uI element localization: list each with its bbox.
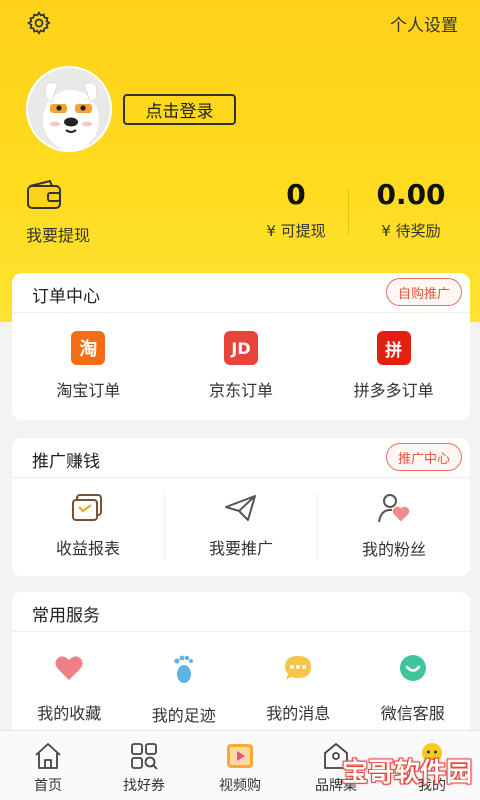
promotion-center-button[interactable]: 推广中心: [385, 443, 462, 471]
pending-label: ¥ 待奖励: [381, 222, 441, 240]
gear-icon[interactable]: [26, 10, 52, 36]
pinduoduo-icon: 拼: [376, 331, 411, 365]
service-item-label: 我的消息: [266, 704, 331, 723]
order-center-title: 订单中心: [32, 287, 100, 307]
services-header: 常用服务: [12, 592, 470, 632]
tab-label: 视频购: [219, 778, 261, 794]
withdraw-label[interactable]: 我要提现: [26, 222, 90, 246]
heart-icon: [55, 656, 83, 680]
service-item-messages[interactable]: 我的消息: [241, 632, 356, 728]
order-item-pinduoduo[interactable]: 拼 拼多多订单: [317, 313, 470, 419]
tab-label: 首页: [34, 778, 62, 794]
login-button[interactable]: 点击登录: [123, 94, 236, 125]
tab-video-shopping[interactable]: 视频购: [192, 731, 288, 800]
tab-home[interactable]: 首页: [0, 731, 96, 800]
promote-item-report[interactable]: 收益报表: [12, 492, 165, 560]
avatar[interactable]: [26, 66, 112, 152]
promote-earn-card: 推广赚钱 推广中心 收益报表 我要推广 我的粉丝: [12, 438, 470, 576]
tab-find-coupons[interactable]: 找好券: [96, 731, 192, 800]
paper-plane-icon: [225, 495, 256, 521]
service-item-favorites[interactable]: 我的收藏: [12, 632, 127, 728]
report-icon: [72, 494, 102, 521]
common-services-card: 常用服务 我的收藏 我的足迹 我的消息 微信客服: [12, 592, 470, 732]
fans-icon: [378, 494, 410, 523]
jd-icon: JD: [224, 331, 258, 365]
dog-avatar-icon: [43, 82, 99, 150]
promote-item-label: 收益报表: [55, 539, 120, 558]
personal-settings-link[interactable]: 个人设置: [390, 11, 458, 36]
promote-item-label: 我的粉丝: [361, 540, 426, 559]
video-icon: [227, 744, 253, 768]
promote-item-share[interactable]: 我要推广: [165, 492, 318, 560]
tab-label: 找好券: [123, 778, 165, 794]
order-item-label: 京东订单: [209, 381, 274, 400]
taobao-icon: 淘: [71, 331, 106, 365]
service-item-label: 微信客服: [380, 704, 445, 723]
service-item-label: 我的足迹: [151, 706, 216, 725]
promote-title: 推广赚钱: [32, 452, 100, 472]
stat-divider: [348, 190, 349, 234]
footprint-icon: [174, 655, 193, 683]
home-icon: [35, 743, 61, 769]
service-item-footprint[interactable]: 我的足迹: [127, 632, 242, 728]
order-item-jd[interactable]: JD 京东订单: [165, 313, 318, 419]
self-purchase-promo-button[interactable]: 自购推广: [385, 278, 462, 306]
order-item-label: 拼多多订单: [353, 381, 434, 400]
service-item-wechat-support[interactable]: 微信客服: [356, 632, 471, 728]
order-center-card: 订单中心 自购推广 淘 淘宝订单 JD 京东订单 拼 拼多多订单: [12, 273, 470, 420]
wechat-service-icon: [399, 655, 426, 681]
order-item-taobao[interactable]: 淘 淘宝订单: [12, 313, 165, 419]
coupon-grid-icon: [131, 743, 158, 770]
pending-value: 0.00: [376, 178, 446, 211]
promote-item-label: 我要推广: [208, 539, 273, 558]
promote-header: 推广赚钱 推广中心: [12, 438, 470, 478]
available-label: ¥ 可提现: [266, 222, 326, 240]
available-balance[interactable]: 0 ¥ 可提现: [256, 178, 336, 241]
pending-reward[interactable]: 0.00 ¥ 待奖励: [366, 178, 456, 241]
wallet-icon[interactable]: [26, 178, 62, 210]
available-value: 0: [286, 178, 306, 211]
order-center-header: 订单中心 自购推广: [12, 273, 470, 313]
message-icon: [285, 656, 312, 680]
service-item-label: 我的收藏: [37, 704, 102, 723]
order-item-label: 淘宝订单: [56, 381, 121, 400]
watermark-text: 宝哥软件园: [341, 758, 472, 788]
promote-item-fans[interactable]: 我的粉丝: [318, 492, 470, 560]
services-title: 常用服务: [32, 606, 100, 626]
